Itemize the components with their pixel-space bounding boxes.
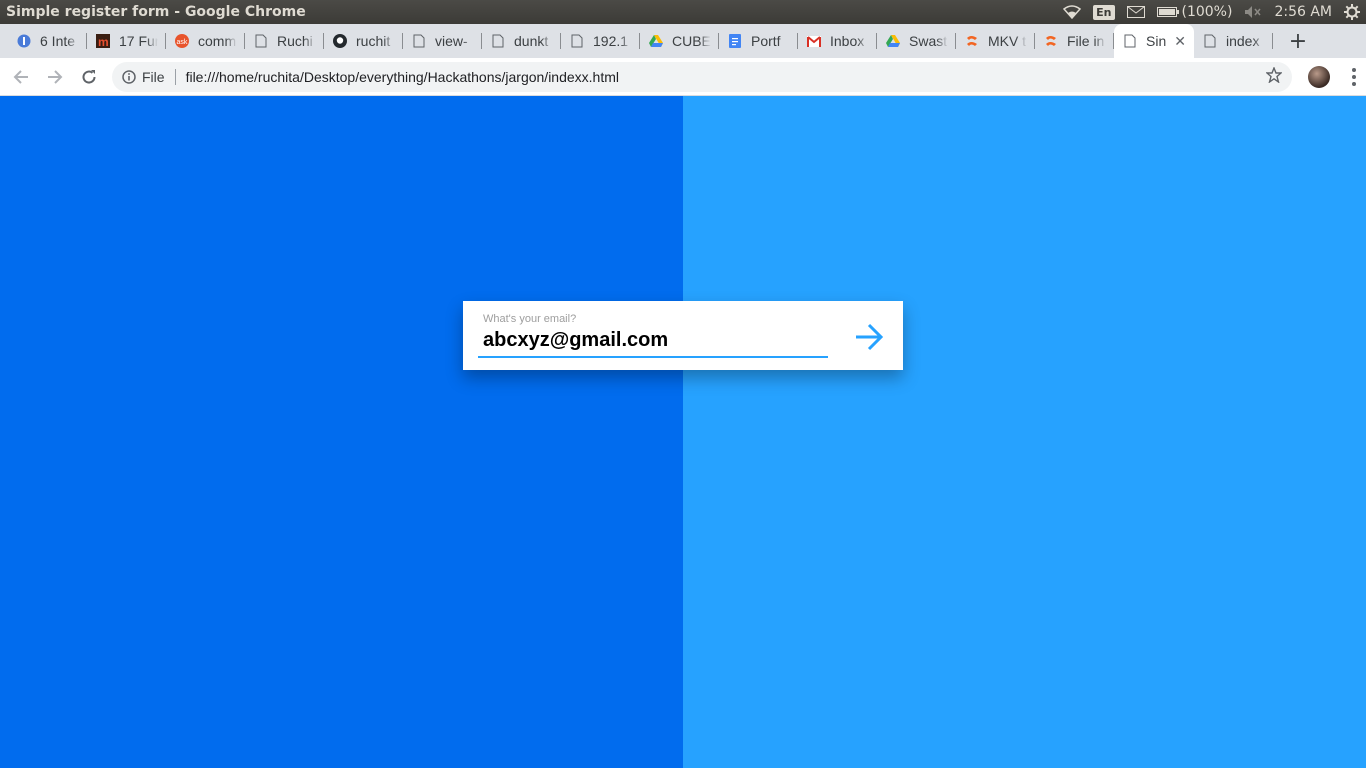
- address-bar[interactable]: File file:///home/ruchita/Desktop/everyt…: [112, 61, 1292, 92]
- tab[interactable]: Portf: [719, 24, 798, 58]
- reload-button[interactable]: [74, 62, 104, 92]
- arrow-right-icon: [856, 323, 884, 351]
- tab[interactable]: 6 Inte: [8, 24, 87, 58]
- tab[interactable]: dunkt: [482, 24, 561, 58]
- register-form: What's your email?: [463, 301, 903, 370]
- tab[interactable]: ruchit: [324, 24, 403, 58]
- gmail-icon: [806, 33, 822, 49]
- ask-logo-icon: ask: [174, 33, 190, 49]
- info-icon: [122, 69, 136, 84]
- battery-indicator[interactable]: (100%): [1156, 4, 1233, 20]
- close-icon[interactable]: ✕: [1174, 33, 1186, 50]
- omnibox-divider: [174, 68, 176, 85]
- tool-icon: [1043, 33, 1059, 49]
- tab[interactable]: CUBE: [640, 24, 719, 58]
- tool-icon: [964, 33, 980, 49]
- blue-circle-icon: [16, 33, 32, 49]
- browser-toolbar: File file:///home/ruchita/Desktop/everyt…: [0, 58, 1366, 96]
- tab[interactable]: MKV t: [956, 24, 1035, 58]
- m-logo-icon: m: [95, 33, 111, 49]
- tab[interactable]: Ruchi: [245, 24, 324, 58]
- site-info-button[interactable]: File: [122, 69, 165, 85]
- chrome-menu-button[interactable]: [1344, 67, 1364, 86]
- tab[interactable]: m 17 Fur: [87, 24, 166, 58]
- svg-text:ask: ask: [177, 39, 188, 46]
- drive-icon: [885, 33, 901, 49]
- left-panel: [0, 96, 683, 768]
- page-icon: [1202, 33, 1218, 49]
- tab[interactable]: 192.1: [561, 24, 640, 58]
- wifi-icon[interactable]: [1063, 5, 1082, 19]
- svg-text:m: m: [98, 35, 109, 48]
- tab-active[interactable]: Sin ✕: [1114, 24, 1194, 58]
- reload-icon: [82, 69, 96, 84]
- forward-button[interactable]: [40, 62, 70, 92]
- docs-icon: [727, 33, 743, 49]
- new-tab-button[interactable]: +: [1283, 24, 1313, 58]
- arrow-left-icon: [13, 69, 28, 84]
- battery-icon: [1156, 7, 1179, 17]
- tab[interactable]: index: [1194, 24, 1273, 58]
- page-icon: [411, 33, 427, 49]
- arrow-right-icon: [48, 69, 63, 84]
- tab[interactable]: Inbox: [798, 24, 877, 58]
- page-icon: [569, 33, 585, 49]
- menu-dot: [1352, 67, 1356, 72]
- window-title: Simple register form - Google Chrome: [6, 4, 306, 20]
- page-icon: [490, 33, 506, 49]
- email-field[interactable]: [478, 324, 828, 358]
- settings-gear-icon[interactable]: [1344, 4, 1360, 20]
- github-icon: [332, 33, 348, 49]
- right-panel: [683, 96, 1366, 768]
- os-indicators: En (100%) 2:56 AM: [1051, 4, 1366, 20]
- mail-icon[interactable]: [1126, 6, 1145, 18]
- tab[interactable]: ask comm: [166, 24, 245, 58]
- volume-muted-icon[interactable]: [1244, 5, 1262, 19]
- page-icon: [253, 33, 269, 49]
- back-button[interactable]: [6, 62, 36, 92]
- profile-avatar[interactable]: [1308, 65, 1330, 88]
- url-text[interactable]: file:///home/ruchita/Desktop/everything/…: [186, 69, 1266, 85]
- keyboard-language-indicator[interactable]: En: [1093, 4, 1115, 20]
- tab[interactable]: Swast: [877, 24, 956, 58]
- page-icon: [1122, 33, 1138, 49]
- tab-strip: 6 Inte m 17 Fur ask comm Ruchi ruchit view…: [0, 24, 1366, 58]
- drive-icon: [648, 33, 664, 49]
- battery-percentage: (100%): [1181, 4, 1233, 20]
- menu-dot: [1352, 81, 1356, 86]
- clock[interactable]: 2:56 AM: [1274, 4, 1332, 20]
- menu-dot: [1352, 74, 1356, 79]
- os-top-panel: Simple register form - Google Chrome En …: [0, 0, 1366, 24]
- submit-button[interactable]: [851, 319, 887, 355]
- scheme-label: File: [142, 68, 165, 85]
- tab[interactable]: File in: [1035, 24, 1114, 58]
- tab[interactable]: view-: [403, 24, 482, 58]
- bookmark-star-icon[interactable]: [1265, 65, 1283, 87]
- page-content: [0, 96, 1366, 768]
